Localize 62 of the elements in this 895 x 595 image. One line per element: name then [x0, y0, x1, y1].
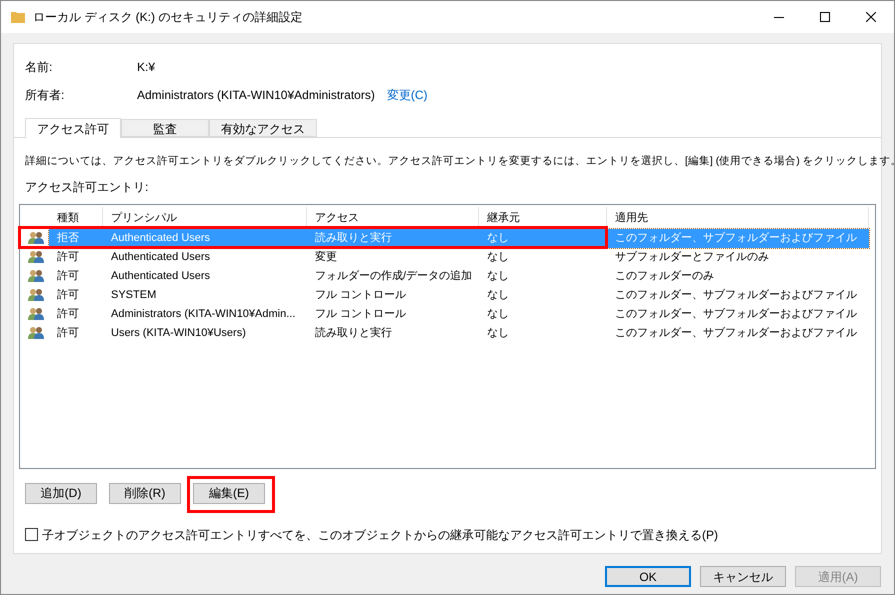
table-cell-text: 読み取りと実行: [314, 326, 393, 341]
users-icon: [28, 307, 44, 322]
field-label: 所有者:: [25, 86, 66, 104]
table-cell-text: 許可: [56, 326, 80, 341]
field-label: 名前:: [25, 58, 54, 76]
table-cell-text: Authenticated Users: [110, 269, 212, 284]
table-cell-text: フル コントロール: [314, 307, 408, 322]
minimize-icon: [774, 16, 784, 18]
table-cell-text: なし: [486, 288, 510, 303]
table-cell-text: なし: [486, 250, 510, 265]
window-title: ローカル ディスク (K:) のセキュリティの詳細設定: [33, 9, 302, 26]
dialog-button[interactable]: OK: [605, 566, 691, 587]
field-value: K:¥: [137, 58, 156, 76]
table-row[interactable]: 許可 Authenticated Users 変更 なし サブフォルダーとファイルのみ: [49, 248, 869, 267]
maximize-icon: [820, 12, 830, 22]
table-row[interactable]: 許可 Administrators (KITA-WIN10¥Admin... フル コントロール なし このフォルダー、サブフォルダーおよびファイル: [49, 304, 869, 324]
users-icon: [28, 288, 44, 302]
table-cell-text: Authenticated Users: [110, 250, 212, 265]
table-cell-text: SYSTEM: [110, 288, 158, 303]
table-cell-text: 許可: [56, 288, 80, 303]
users-icon: [28, 231, 44, 246]
folder-icon: [11, 11, 25, 23]
change-link[interactable]: 変更(C): [386, 86, 428, 104]
table-cell-text: サブフォルダーとファイルのみ: [614, 250, 770, 265]
field-value: Administrators (KITA-WIN10¥Administrators): [137, 86, 375, 104]
table-cell-text: なし: [486, 307, 510, 322]
dialog-button[interactable]: キャンセル: [700, 566, 786, 587]
table-cell-text: Administrators (KITA-WIN10¥Admin...: [110, 307, 296, 322]
table-cell-text: なし: [486, 231, 510, 246]
table-cell-text: なし: [486, 326, 510, 341]
table-cell-text: Authenticated Users: [110, 231, 212, 246]
table-row[interactable]: 許可 Authenticated Users フォルダーの作成/データの追加 なし このフォルダーのみ: [49, 266, 869, 286]
entry-button[interactable]: 編集(E): [193, 482, 265, 504]
table-cell-text: 許可: [56, 250, 80, 265]
table-cell-text: Users (KITA-WIN10¥Users): [110, 326, 247, 341]
table-cell-text: 変更: [314, 250, 338, 265]
table-cell-text: 読み取りと実行: [314, 230, 393, 246]
table-cell-text: このフォルダーのみ: [614, 269, 715, 284]
table-cell-text: フル コントロール: [314, 288, 408, 303]
table-cell-text: 拒否: [56, 231, 80, 246]
tab[interactable]: 有効なアクセス: [209, 119, 317, 137]
list-label: アクセス許可エントリ:: [25, 178, 150, 196]
table-cell-text: 許可: [56, 269, 80, 284]
table-cell-text: このフォルダー、サブフォルダーおよびファイル: [614, 288, 858, 303]
table-cell-text: このフォルダー、サブフォルダーおよびファイル: [614, 326, 858, 341]
table-cell-text: フォルダーの作成/データの追加: [314, 269, 474, 284]
table-cell-text: 許可: [56, 307, 80, 322]
tab[interactable]: アクセス許可: [25, 118, 121, 138]
users-icon: [28, 326, 44, 340]
entry-button[interactable]: 追加(D): [25, 482, 97, 504]
close-icon: [866, 12, 876, 22]
table-cell-text: なし: [486, 269, 510, 284]
checkbox-label: 子オブジェクトのアクセス許可エントリすべてを、このオブジェクトからの継承可能なアクセス許可エントリで置き換える(P): [42, 526, 718, 544]
table-cell-text: このフォルダー、サブフォルダーおよびファイル: [614, 230, 858, 246]
table-row[interactable]: 許可 SYSTEM フル コントロール なし このフォルダー、サブフォルダーおよびファイル: [49, 286, 869, 305]
entry-button[interactable]: 削除(R): [109, 482, 181, 504]
table-row[interactable]: 許可 Users (KITA-WIN10¥Users) 読み取りと実行 なし このフォルダー、サブフォルダーおよびファイル: [49, 324, 869, 343]
table-cell-text: このフォルダー、サブフォルダーおよびファイル: [614, 306, 858, 322]
users-icon: [28, 250, 44, 264]
checkbox[interactable]: [25, 528, 38, 542]
users-icon: [28, 269, 44, 284]
tab[interactable]: 監査: [121, 119, 209, 137]
